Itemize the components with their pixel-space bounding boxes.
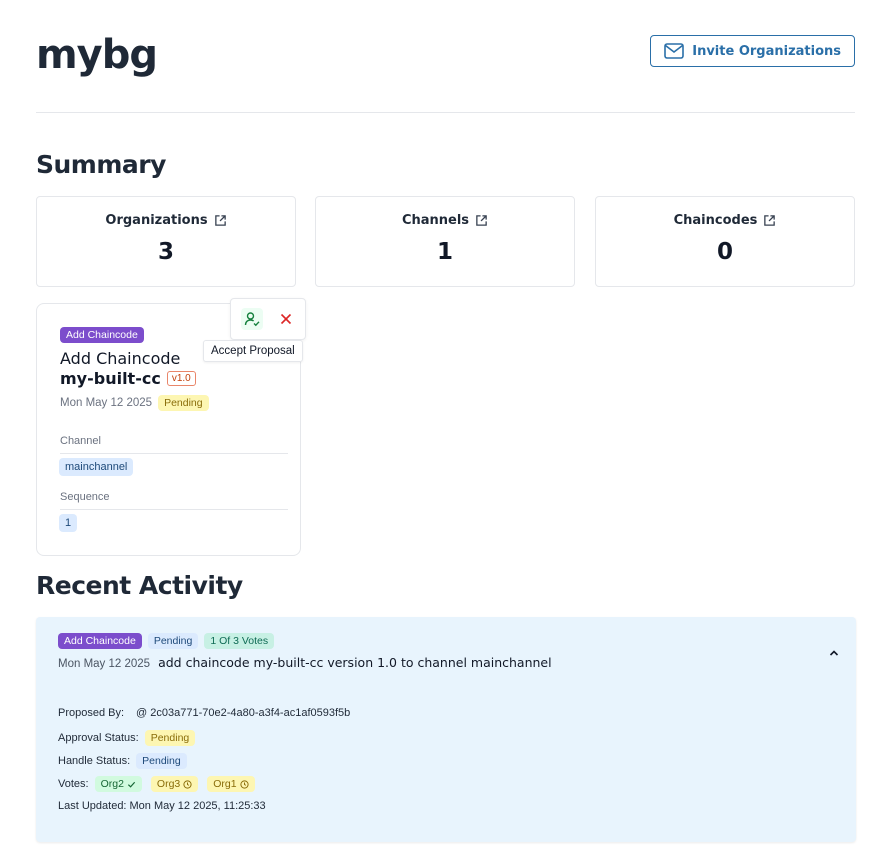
votes-label: Votes: [58,778,89,790]
external-link-icon[interactable] [475,214,488,227]
approval-status-row: Approval Status: Pending [58,730,196,746]
handle-status-row: Handle Status: Pending [58,753,187,769]
close-icon [280,313,292,325]
activity-status-badge: Pending [147,633,199,649]
last-updated-label: Last Updated: [58,800,127,812]
proposed-by-row: Proposed By: @ 2c03a771-70e2-4a80-a3f4-a… [58,707,350,719]
reject-proposal-button[interactable] [275,308,297,330]
vote-org-name: Org3 [156,778,181,790]
chaincode-name: my-built-cc [60,369,161,388]
user-check-icon [244,312,260,327]
page-title: mybg [36,32,158,78]
chaincodes-count: 0 [716,239,733,265]
mail-icon [664,43,685,59]
sequence-chip: 1 [59,514,78,532]
proposal-date: Mon May 12 2025 [60,397,153,409]
divider [60,453,288,454]
chevron-up-icon[interactable] [828,647,840,659]
activity-votes-badge: 1 Of 3 Votes [204,633,275,649]
invite-organizations-label: Invite Organizations [692,43,841,59]
channels-card: Channels 1 [315,196,575,287]
divider [60,509,288,510]
organizations-card-title[interactable]: Organizations [37,213,295,228]
activity-summary: Mon May 12 2025 add chaincode my-built-c… [58,655,552,670]
accept-proposal-tooltip: Accept Proposal [203,340,303,362]
check-icon [127,781,136,788]
activity-badges: Add Chaincode Pending 1 Of 3 Votes [58,633,275,649]
status-badge: Pending [158,395,209,411]
votes-row: Votes: Org2 Org3 Org1 [58,776,255,792]
proposal-actions [230,298,306,340]
activity-date: Mon May 12 2025 [58,658,151,670]
proposal-type-badge: Add Chaincode [60,327,144,343]
chaincodes-card-label: Chaincodes [673,213,758,228]
handle-status-label: Handle Status: [58,755,131,767]
approval-status-badge: Pending [144,730,196,746]
summary-heading: Summary [36,150,166,179]
handle-status-badge: Pending [136,753,187,769]
last-updated-row: Last Updated: Mon May 12 2025, 11:25:33 [58,800,266,812]
page-header: mybg Invite Organizations [36,28,855,113]
proposed-by-label: Proposed By: [58,707,125,719]
external-link-icon[interactable] [214,214,227,227]
organizations-count: 3 [157,239,174,265]
activity-type-badge: Add Chaincode [58,633,142,649]
vote-org-name: Org2 [100,778,124,790]
activity-item[interactable]: Add Chaincode Pending 1 Of 3 Votes Mon M… [36,617,856,842]
activity-description: add chaincode my-built-cc version 1.0 to… [158,655,552,670]
vote-org-name: Org1 [213,778,237,790]
last-updated-value: Mon May 12 2025, 11:25:33 [129,800,266,812]
accept-proposal-button[interactable] [241,308,263,330]
external-link-icon[interactable] [763,214,776,227]
channels-count: 1 [436,239,453,265]
proposal-title: Add Chaincode [60,349,181,368]
channels-card-title[interactable]: Channels [316,213,574,228]
chaincodes-card: Chaincodes 0 [595,196,855,287]
invite-organizations-button[interactable]: Invite Organizations [650,35,855,67]
clock-icon [183,779,192,789]
clock-icon [240,779,249,789]
recent-activity-heading: Recent Activity [36,571,243,600]
channel-chip: mainchannel [59,458,134,476]
channels-card-label: Channels [401,213,470,228]
channel-label: Channel [60,435,101,447]
vote-chip-org2: Org2 [94,776,142,792]
organizations-card: Organizations 3 [36,196,296,287]
sequence-label: Sequence [60,491,110,503]
chaincodes-card-title[interactable]: Chaincodes [596,213,854,228]
organizations-card-label: Organizations [105,213,208,228]
proposed-by-value: @ 2c03a771-70e2-4a80-a3f4-ac1af0593f5b [136,707,351,719]
approval-status-label: Approval Status: [58,732,139,744]
proposal-date-row: Mon May 12 2025 Pending [60,395,209,411]
vote-chip-org1: Org1 [207,776,255,792]
version-badge: v1.0 [166,371,196,386]
proposal-chaincode-name: my-built-cc v1.0 [60,369,196,388]
vote-chip-org3: Org3 [150,776,199,792]
